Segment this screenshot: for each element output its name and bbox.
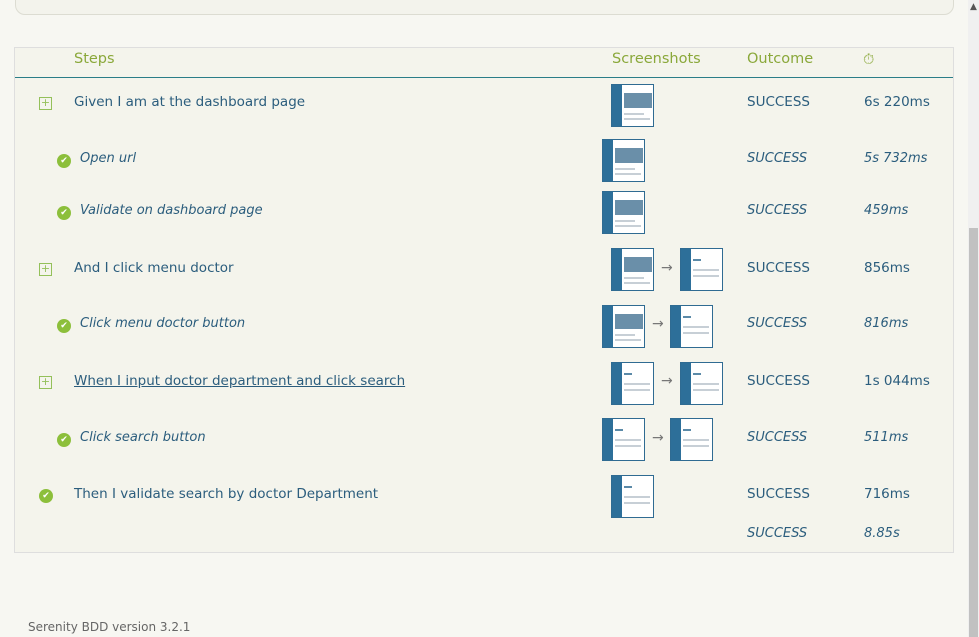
success-check-icon: ✔ bbox=[39, 489, 53, 503]
total-outcome: SUCCESS bbox=[747, 526, 808, 541]
header-outcome: Outcome bbox=[747, 51, 814, 67]
screenshot-thumbnail[interactable] bbox=[611, 362, 654, 405]
step-description: And I click menu doctor bbox=[74, 260, 234, 276]
success-check-icon: ✔ bbox=[57, 154, 71, 168]
outcome-status: SUCCESS bbox=[747, 373, 810, 389]
step-description-link[interactable]: When I input doctor department and click… bbox=[74, 373, 405, 389]
outcome-status: SUCCESS bbox=[747, 94, 810, 110]
screenshot-thumbnail[interactable] bbox=[611, 475, 654, 518]
table-row: ✔ Click search button → SUCCESS 511ms bbox=[15, 418, 953, 461]
screenshot-thumbnail[interactable] bbox=[602, 305, 645, 348]
outcome-status: SUCCESS bbox=[747, 430, 808, 445]
step-description: Click search button bbox=[80, 430, 206, 445]
step-duration: 6s 220ms bbox=[864, 94, 930, 110]
step-duration: 856ms bbox=[864, 260, 910, 276]
step-description: Open url bbox=[80, 151, 137, 166]
screenshot-thumbnail[interactable] bbox=[670, 305, 713, 348]
outcome-status: SUCCESS bbox=[747, 260, 810, 276]
arrow-right-icon: → bbox=[652, 316, 664, 332]
total-duration: 8.85s bbox=[864, 526, 900, 541]
table-row: ✔ Then I validate search by doctor Depar… bbox=[15, 475, 953, 518]
arrow-right-icon: → bbox=[661, 373, 673, 389]
outcome-status: SUCCESS bbox=[747, 151, 808, 166]
step-duration: 716ms bbox=[864, 486, 910, 502]
screenshot-thumbnail[interactable] bbox=[602, 139, 645, 182]
screenshot-thumbnail[interactable] bbox=[611, 84, 654, 127]
scroll-up-icon[interactable]: ▲ bbox=[969, 2, 978, 12]
screenshot-thumbnail[interactable] bbox=[602, 191, 645, 234]
step-description: Then I validate search by doctor Departm… bbox=[74, 486, 379, 502]
screenshot-thumbnail[interactable] bbox=[602, 418, 645, 461]
expand-icon[interactable]: + bbox=[39, 376, 52, 389]
table-header: Steps Screenshots Outcome ⏱ bbox=[15, 48, 953, 78]
arrow-right-icon: → bbox=[661, 260, 673, 276]
table-row: ✔ Click menu doctor button → SUCCESS 816… bbox=[15, 305, 953, 348]
outcome-status: SUCCESS bbox=[747, 203, 808, 218]
arrow-right-icon: → bbox=[652, 430, 664, 446]
scrollbar-thumb[interactable] bbox=[969, 228, 978, 637]
summary-panel-edge bbox=[15, 0, 954, 15]
header-screenshots: Screenshots bbox=[612, 51, 701, 67]
step-description: Click menu doctor button bbox=[80, 316, 246, 331]
screenshot-thumbnail[interactable] bbox=[680, 362, 723, 405]
outcome-status: SUCCESS bbox=[747, 486, 810, 502]
vertical-scrollbar[interactable]: ▲ bbox=[968, 0, 979, 637]
table-row: ✔ Open url SUCCESS 5s 732ms bbox=[15, 139, 953, 182]
screenshot-thumbnail[interactable] bbox=[680, 248, 723, 291]
step-duration: 511ms bbox=[864, 430, 909, 445]
header-steps: Steps bbox=[74, 51, 115, 67]
total-row: SUCCESS 8.85s bbox=[15, 516, 953, 556]
expand-icon[interactable]: + bbox=[39, 97, 52, 110]
expand-icon[interactable]: + bbox=[39, 263, 52, 276]
stopwatch-icon: ⏱ bbox=[863, 52, 875, 68]
table-row: + And I click menu doctor → SUCCESS 856m… bbox=[15, 248, 953, 291]
step-duration: 459ms bbox=[864, 203, 909, 218]
step-duration: 5s 732ms bbox=[864, 151, 928, 166]
steps-table: Steps Screenshots Outcome ⏱ + Given I am… bbox=[14, 47, 954, 553]
outcome-status: SUCCESS bbox=[747, 316, 808, 331]
screenshot-thumbnail[interactable] bbox=[611, 248, 654, 291]
success-check-icon: ✔ bbox=[57, 206, 71, 220]
screenshot-thumbnail[interactable] bbox=[670, 418, 713, 461]
step-description: Validate on dashboard page bbox=[80, 203, 263, 218]
version-footer: Serenity BDD version 3.2.1 bbox=[28, 620, 191, 634]
success-check-icon: ✔ bbox=[57, 319, 71, 333]
table-row: ✔ Validate on dashboard page SUCCESS 459… bbox=[15, 191, 953, 234]
table-row: + When I input doctor department and cli… bbox=[15, 362, 953, 405]
step-duration: 816ms bbox=[864, 316, 909, 331]
table-row: + Given I am at the dashboard page SUCCE… bbox=[15, 84, 953, 127]
success-check-icon: ✔ bbox=[57, 433, 71, 447]
step-description: Given I am at the dashboard page bbox=[74, 94, 306, 110]
step-duration: 1s 044ms bbox=[864, 373, 930, 389]
